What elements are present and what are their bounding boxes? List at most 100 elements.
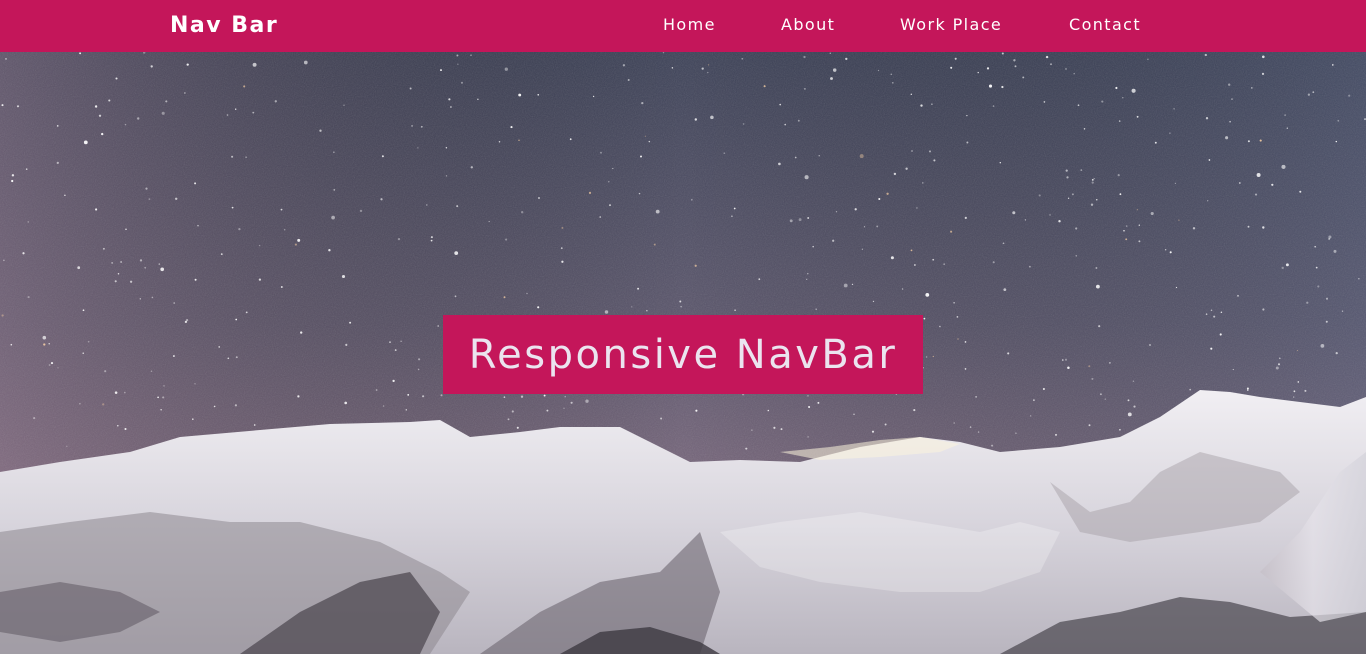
star bbox=[303, 60, 308, 65]
star bbox=[622, 64, 626, 67]
star bbox=[710, 115, 714, 120]
star bbox=[258, 244, 261, 247]
star bbox=[400, 340, 402, 342]
star bbox=[910, 249, 913, 252]
nav-link-work-place[interactable]: Work Place bbox=[900, 15, 1002, 35]
star bbox=[297, 395, 300, 398]
star bbox=[1131, 88, 1136, 93]
nav-link-home[interactable]: Home bbox=[663, 15, 716, 35]
star bbox=[546, 409, 549, 412]
star bbox=[297, 238, 301, 242]
star bbox=[148, 198, 151, 201]
star bbox=[694, 118, 697, 121]
star bbox=[871, 430, 875, 433]
star bbox=[457, 63, 459, 65]
star bbox=[11, 174, 15, 177]
star bbox=[83, 140, 88, 145]
star bbox=[1119, 428, 1121, 431]
star bbox=[11, 179, 14, 183]
star bbox=[227, 357, 230, 360]
star bbox=[1147, 58, 1149, 60]
star bbox=[604, 310, 609, 314]
star bbox=[430, 236, 433, 239]
star bbox=[64, 194, 66, 197]
star bbox=[95, 208, 98, 211]
star bbox=[639, 155, 643, 158]
star bbox=[1119, 193, 1122, 196]
star bbox=[1293, 390, 1296, 393]
star bbox=[349, 321, 352, 324]
star bbox=[1314, 245, 1317, 248]
star bbox=[1093, 178, 1095, 180]
star bbox=[612, 167, 614, 170]
star bbox=[646, 310, 648, 312]
star bbox=[975, 396, 977, 398]
star bbox=[1065, 169, 1068, 172]
star bbox=[807, 217, 810, 219]
star bbox=[845, 57, 848, 61]
star bbox=[893, 172, 897, 176]
star bbox=[939, 325, 941, 328]
star bbox=[1013, 59, 1016, 62]
star bbox=[807, 273, 809, 275]
star bbox=[1341, 310, 1344, 312]
star bbox=[1331, 64, 1334, 66]
star bbox=[806, 278, 808, 281]
star bbox=[916, 207, 918, 209]
nav-link-contact[interactable]: Contact bbox=[1069, 15, 1141, 35]
star bbox=[1228, 83, 1231, 86]
star bbox=[1286, 127, 1288, 129]
star bbox=[1080, 169, 1083, 171]
star bbox=[42, 335, 47, 340]
star bbox=[1348, 94, 1351, 97]
star bbox=[1237, 294, 1239, 297]
star bbox=[518, 139, 520, 141]
star bbox=[953, 422, 955, 424]
star bbox=[392, 379, 395, 383]
star bbox=[283, 228, 286, 231]
star bbox=[1136, 115, 1139, 118]
star bbox=[172, 355, 175, 357]
star bbox=[345, 343, 348, 346]
star bbox=[1285, 263, 1289, 267]
star bbox=[409, 87, 412, 90]
star bbox=[1067, 197, 1070, 199]
star bbox=[300, 331, 303, 334]
star bbox=[1012, 211, 1016, 215]
star bbox=[57, 367, 59, 369]
star bbox=[1315, 266, 1318, 269]
star bbox=[585, 399, 589, 403]
star bbox=[964, 341, 967, 343]
star bbox=[104, 370, 107, 373]
star bbox=[1247, 225, 1250, 228]
star bbox=[1279, 357, 1281, 360]
star bbox=[797, 119, 800, 122]
star bbox=[1165, 249, 1167, 251]
star bbox=[238, 227, 241, 231]
star bbox=[1066, 176, 1069, 179]
star bbox=[526, 292, 528, 295]
star bbox=[129, 280, 133, 283]
star bbox=[1133, 405, 1136, 408]
star bbox=[901, 288, 904, 290]
star bbox=[101, 132, 104, 136]
star bbox=[807, 436, 809, 438]
star bbox=[609, 204, 611, 206]
star bbox=[950, 230, 953, 233]
star bbox=[723, 152, 726, 155]
star bbox=[1299, 190, 1302, 193]
star bbox=[1284, 114, 1286, 116]
star bbox=[964, 216, 967, 220]
star bbox=[1015, 432, 1017, 435]
star bbox=[608, 181, 610, 183]
star bbox=[25, 168, 28, 170]
star bbox=[1281, 164, 1286, 169]
star bbox=[520, 395, 524, 398]
star bbox=[231, 206, 234, 209]
star bbox=[220, 253, 223, 255]
nav-link-about[interactable]: About bbox=[781, 15, 835, 35]
star bbox=[977, 71, 979, 74]
star bbox=[804, 88, 806, 90]
star bbox=[319, 129, 322, 132]
star bbox=[913, 409, 916, 412]
